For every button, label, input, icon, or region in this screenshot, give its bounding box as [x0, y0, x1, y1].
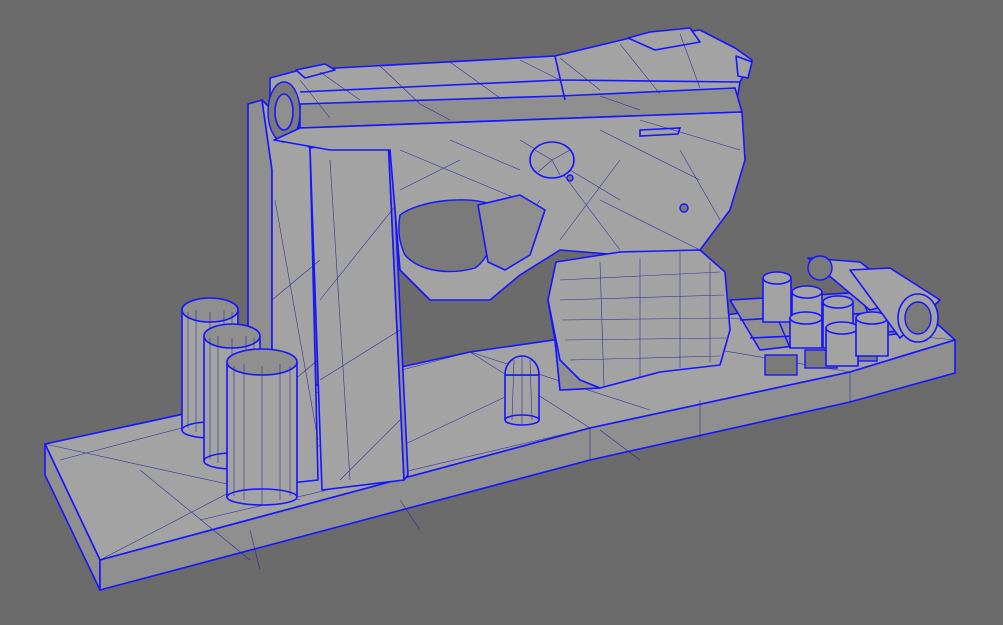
- 3d-viewport[interactable]: .m { fill: #a3a3a3; stroke: #1515ff; str…: [0, 0, 1003, 625]
- standing-bullet[interactable]: [504, 355, 540, 426]
- bullet-cartridge[interactable]: [789, 311, 823, 349]
- magazine-cylinder[interactable]: [226, 348, 298, 506]
- bullet-cartridge[interactable]: [855, 311, 889, 357]
- bullet-cartridge[interactable]: [762, 271, 792, 323]
- wireframe-scene: .m { fill: #a3a3a3; stroke: #1515ff; str…: [44, 27, 956, 591]
- bullet-cartridge[interactable]: [825, 321, 859, 367]
